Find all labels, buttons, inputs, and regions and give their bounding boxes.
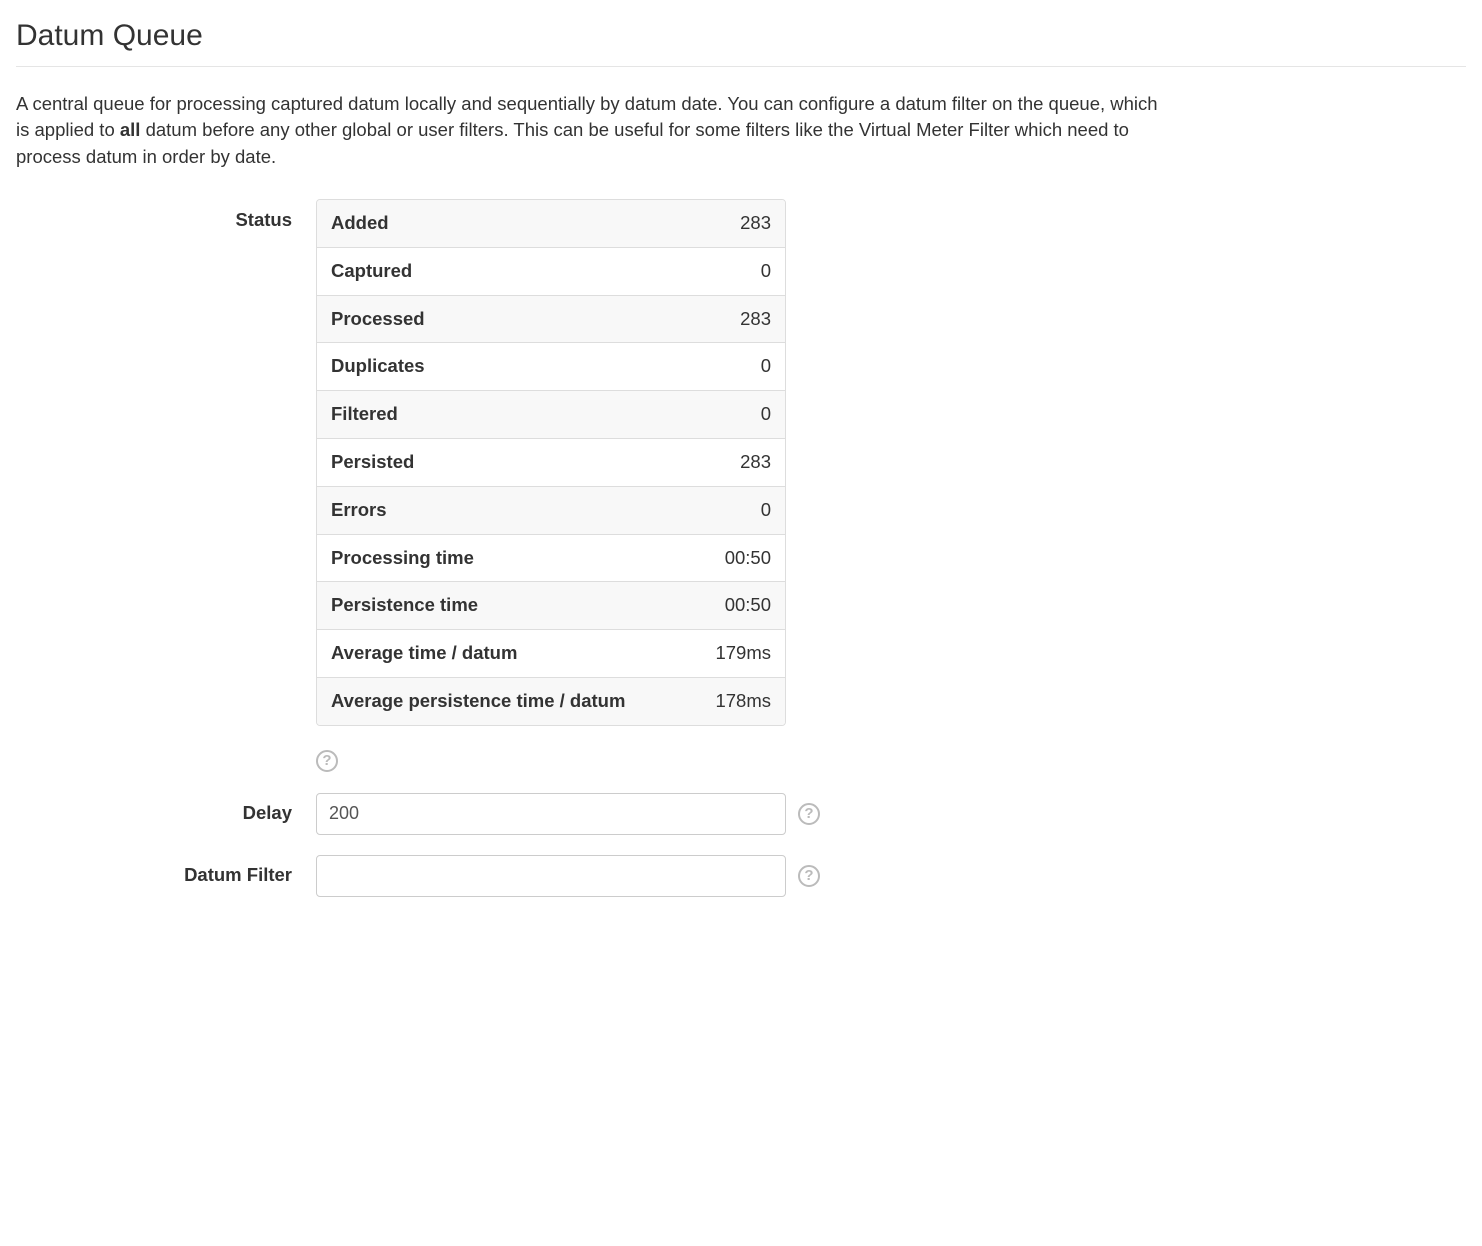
table-row: Added 283 (317, 200, 785, 247)
datum-filter-input[interactable] (316, 855, 786, 897)
settings-form: Status Added 283 Captured 0 Processed 28… (16, 199, 1466, 897)
status-key: Added (317, 200, 689, 247)
table-row: Persisted 283 (317, 438, 785, 486)
status-key: Persistence time (317, 581, 689, 629)
status-value: 283 (689, 438, 785, 486)
table-row: Persistence time 00:50 (317, 581, 785, 629)
status-value: 178ms (689, 677, 785, 725)
status-group: Status Added 283 Captured 0 Processed 28… (16, 199, 1466, 773)
delay-input[interactable] (316, 793, 786, 835)
status-key: Processed (317, 295, 689, 343)
status-value: 00:50 (689, 534, 785, 582)
help-icon[interactable]: ? (798, 803, 820, 825)
table-row: Average persistence time / datum 178ms (317, 677, 785, 725)
table-row: Processed 283 (317, 295, 785, 343)
status-key: Average time / datum (317, 629, 689, 677)
datum-filter-label: Datum Filter (16, 862, 316, 889)
table-row: Errors 0 (317, 486, 785, 534)
table-row: Processing time 00:50 (317, 534, 785, 582)
status-value: 283 (689, 200, 785, 247)
status-key: Processing time (317, 534, 689, 582)
delay-label: Delay (16, 800, 316, 827)
status-value: 00:50 (689, 581, 785, 629)
help-icon[interactable]: ? (798, 865, 820, 887)
status-value: 283 (689, 295, 785, 343)
page-title: Datum Queue (16, 10, 1466, 67)
status-key: Average persistence time / datum (317, 677, 689, 725)
status-key: Duplicates (317, 342, 689, 390)
delay-group: Delay ? (16, 793, 1466, 835)
status-key: Persisted (317, 438, 689, 486)
status-value: 179ms (689, 629, 785, 677)
table-row: Average time / datum 179ms (317, 629, 785, 677)
table-row: Duplicates 0 (317, 342, 785, 390)
page-description: A central queue for processing captured … (16, 91, 1176, 171)
status-key: Captured (317, 247, 689, 295)
status-value: 0 (689, 486, 785, 534)
status-value: 0 (689, 342, 785, 390)
status-value: 0 (689, 247, 785, 295)
status-value: 0 (689, 390, 785, 438)
datum-filter-group: Datum Filter ? (16, 855, 1466, 897)
status-key: Filtered (317, 390, 689, 438)
help-icon[interactable]: ? (316, 750, 338, 772)
status-table: Added 283 Captured 0 Processed 283 Dupli… (316, 199, 786, 726)
description-text-post: datum before any other global or user fi… (16, 119, 1129, 167)
status-label: Status (16, 199, 316, 234)
table-row: Filtered 0 (317, 390, 785, 438)
status-key: Errors (317, 486, 689, 534)
table-row: Captured 0 (317, 247, 785, 295)
description-text-bold: all (120, 119, 141, 140)
